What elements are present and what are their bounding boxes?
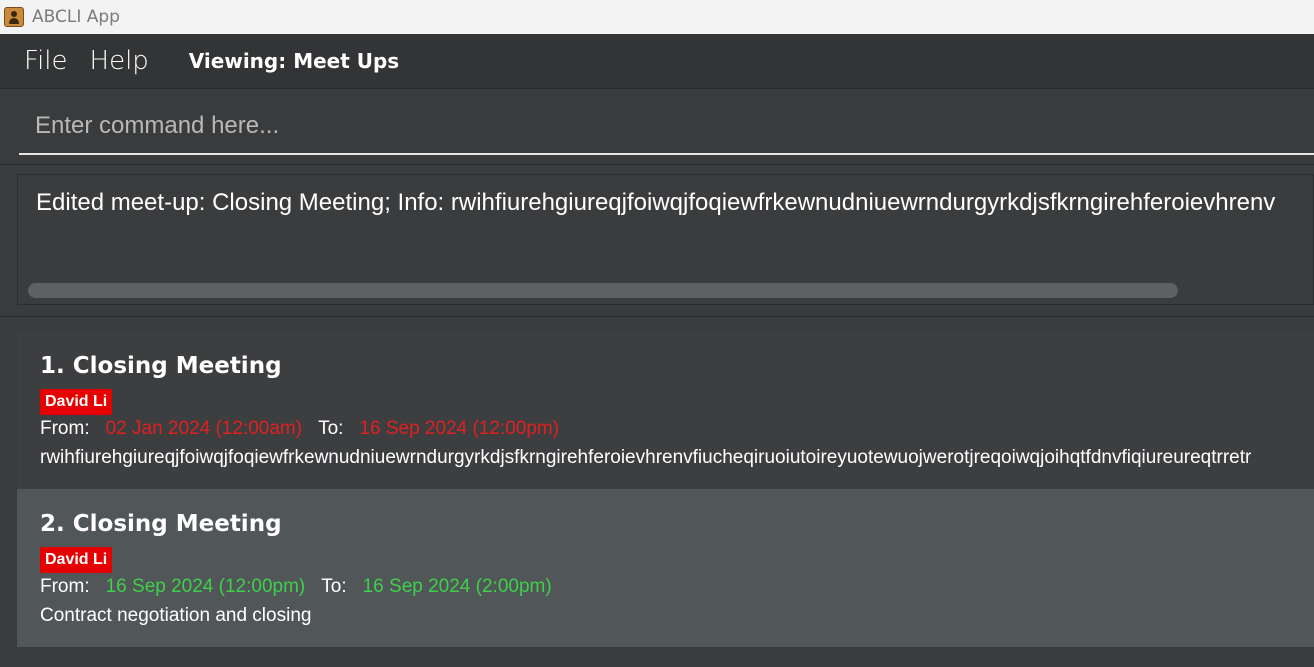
result-display-panel: Edited meet-up: Closing Meeting; Info: r… bbox=[0, 164, 1314, 316]
meetup-date-row: From: 16 Sep 2024 (12:00pm) To: 16 Sep 2… bbox=[40, 576, 552, 598]
from-label: From: bbox=[40, 576, 90, 597]
to-date: 16 Sep 2024 (12:00pm) bbox=[359, 418, 560, 439]
from-date: 02 Jan 2024 (12:00am) bbox=[105, 418, 303, 439]
meetup-card[interactable]: 1. Closing Meeting David Li From: 02 Jan… bbox=[17, 331, 1314, 489]
window-titlebar: ABCLI App bbox=[0, 0, 1314, 34]
menubar: File Help Viewing: Meet Ups bbox=[0, 34, 1314, 88]
meetup-list[interactable]: 1. Closing Meeting David Li From: 02 Jan… bbox=[0, 316, 1314, 667]
meetup-title: 2. Closing Meeting bbox=[40, 511, 282, 537]
window-title: ABCLI App bbox=[32, 7, 120, 27]
menu-file[interactable]: File bbox=[24, 46, 68, 76]
from-date: 16 Sep 2024 (12:00pm) bbox=[105, 576, 306, 597]
address-book-icon bbox=[4, 7, 24, 27]
meetup-info: Contract negotiation and closing bbox=[40, 605, 312, 626]
command-input[interactable] bbox=[19, 99, 1314, 155]
command-box bbox=[0, 88, 1314, 164]
result-display: Edited meet-up: Closing Meeting; Info: r… bbox=[17, 174, 1314, 305]
to-label: To: bbox=[321, 576, 347, 597]
meetup-info: rwihfiurehgiureqjfoiwqjfoqiewfrkewnudniu… bbox=[40, 447, 1252, 468]
to-label: To: bbox=[318, 418, 344, 439]
meetup-date-row: From: 02 Jan 2024 (12:00am) To: 16 Sep 2… bbox=[40, 418, 559, 440]
result-horizontal-scrollbar[interactable] bbox=[28, 283, 1178, 298]
result-message: Edited meet-up: Closing Meeting; Info: r… bbox=[36, 189, 1276, 216]
meetup-title: 1. Closing Meeting bbox=[40, 353, 282, 379]
from-label: From: bbox=[40, 418, 90, 439]
added-buyer-tag: David Li bbox=[40, 547, 113, 573]
added-buyer-tag: David Li bbox=[40, 389, 113, 415]
menu-help[interactable]: Help bbox=[90, 46, 149, 76]
viewing-label: Viewing: Meet Ups bbox=[188, 49, 400, 73]
meetup-card[interactable]: 2. Closing Meeting David Li From: 16 Sep… bbox=[17, 489, 1314, 647]
to-date: 16 Sep 2024 (2:00pm) bbox=[362, 576, 552, 597]
